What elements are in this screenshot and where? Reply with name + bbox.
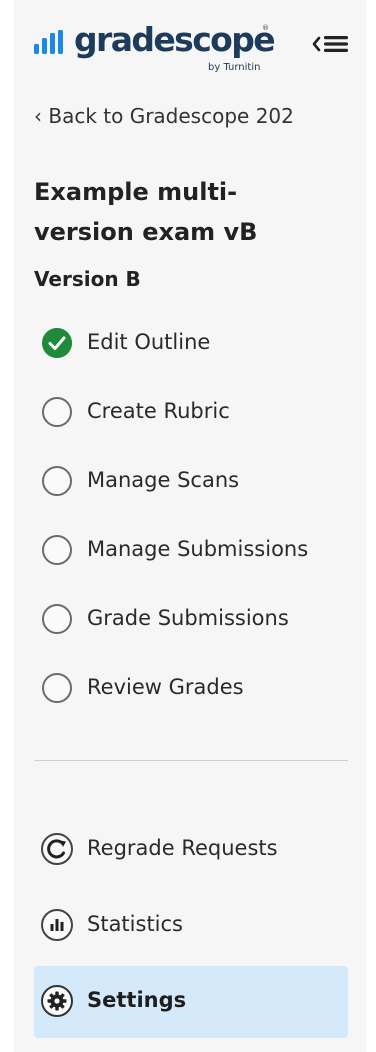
step-label: Grade Submissions xyxy=(87,606,289,630)
empty-circle-icon xyxy=(42,673,72,703)
statistics-icon xyxy=(41,909,73,941)
step-label: Manage Submissions xyxy=(87,537,309,561)
sidebar-header: gradescope ® by Turnitin xyxy=(34,20,354,78)
empty-circle-icon xyxy=(42,535,72,565)
step-label: Manage Scans xyxy=(87,468,240,492)
step-manage-scans[interactable]: Manage Scans xyxy=(42,466,342,502)
nav-label: Regrade Requests xyxy=(87,836,278,860)
gradescope-logo[interactable]: gradescope xyxy=(74,20,276,59)
empty-circle-icon xyxy=(42,604,72,634)
nav-statistics[interactable]: Statistics xyxy=(34,890,348,962)
nav-settings[interactable]: Settings xyxy=(34,966,348,1038)
logo-tagline: by Turnitin xyxy=(208,62,261,73)
logo-registered-mark: ® xyxy=(262,24,269,32)
step-label: Create Rubric xyxy=(87,399,230,423)
divider xyxy=(34,760,348,761)
step-label: Edit Outline xyxy=(87,330,211,354)
check-circle-icon xyxy=(42,328,72,358)
step-label: Review Grades xyxy=(87,675,244,699)
step-create-rubric[interactable]: Create Rubric xyxy=(42,397,342,433)
regrade-icon xyxy=(41,833,73,865)
back-to-course-link[interactable]: ‹ Back to Gradescope 202 xyxy=(34,104,294,128)
collapse-sidebar-icon xyxy=(312,36,348,52)
empty-circle-icon xyxy=(42,397,72,427)
nav-label: Settings xyxy=(87,988,187,1012)
gradescope-logo-bars-icon xyxy=(34,30,63,54)
version-label: Version B xyxy=(34,267,141,291)
step-grade-submissions[interactable]: Grade Submissions xyxy=(42,604,342,640)
step-edit-outline[interactable]: Edit Outline xyxy=(42,328,342,364)
assignment-title: Example multi-version exam vB xyxy=(34,178,258,246)
empty-circle-icon xyxy=(42,466,72,496)
nav-label: Statistics xyxy=(87,912,183,936)
collapse-sidebar-button[interactable] xyxy=(310,30,354,58)
step-review-grades[interactable]: Review Grades xyxy=(42,673,342,709)
settings-gear-icon xyxy=(41,985,73,1017)
step-manage-submissions[interactable]: Manage Submissions xyxy=(42,535,342,571)
nav-regrade-requests[interactable]: Regrade Requests xyxy=(34,814,348,886)
